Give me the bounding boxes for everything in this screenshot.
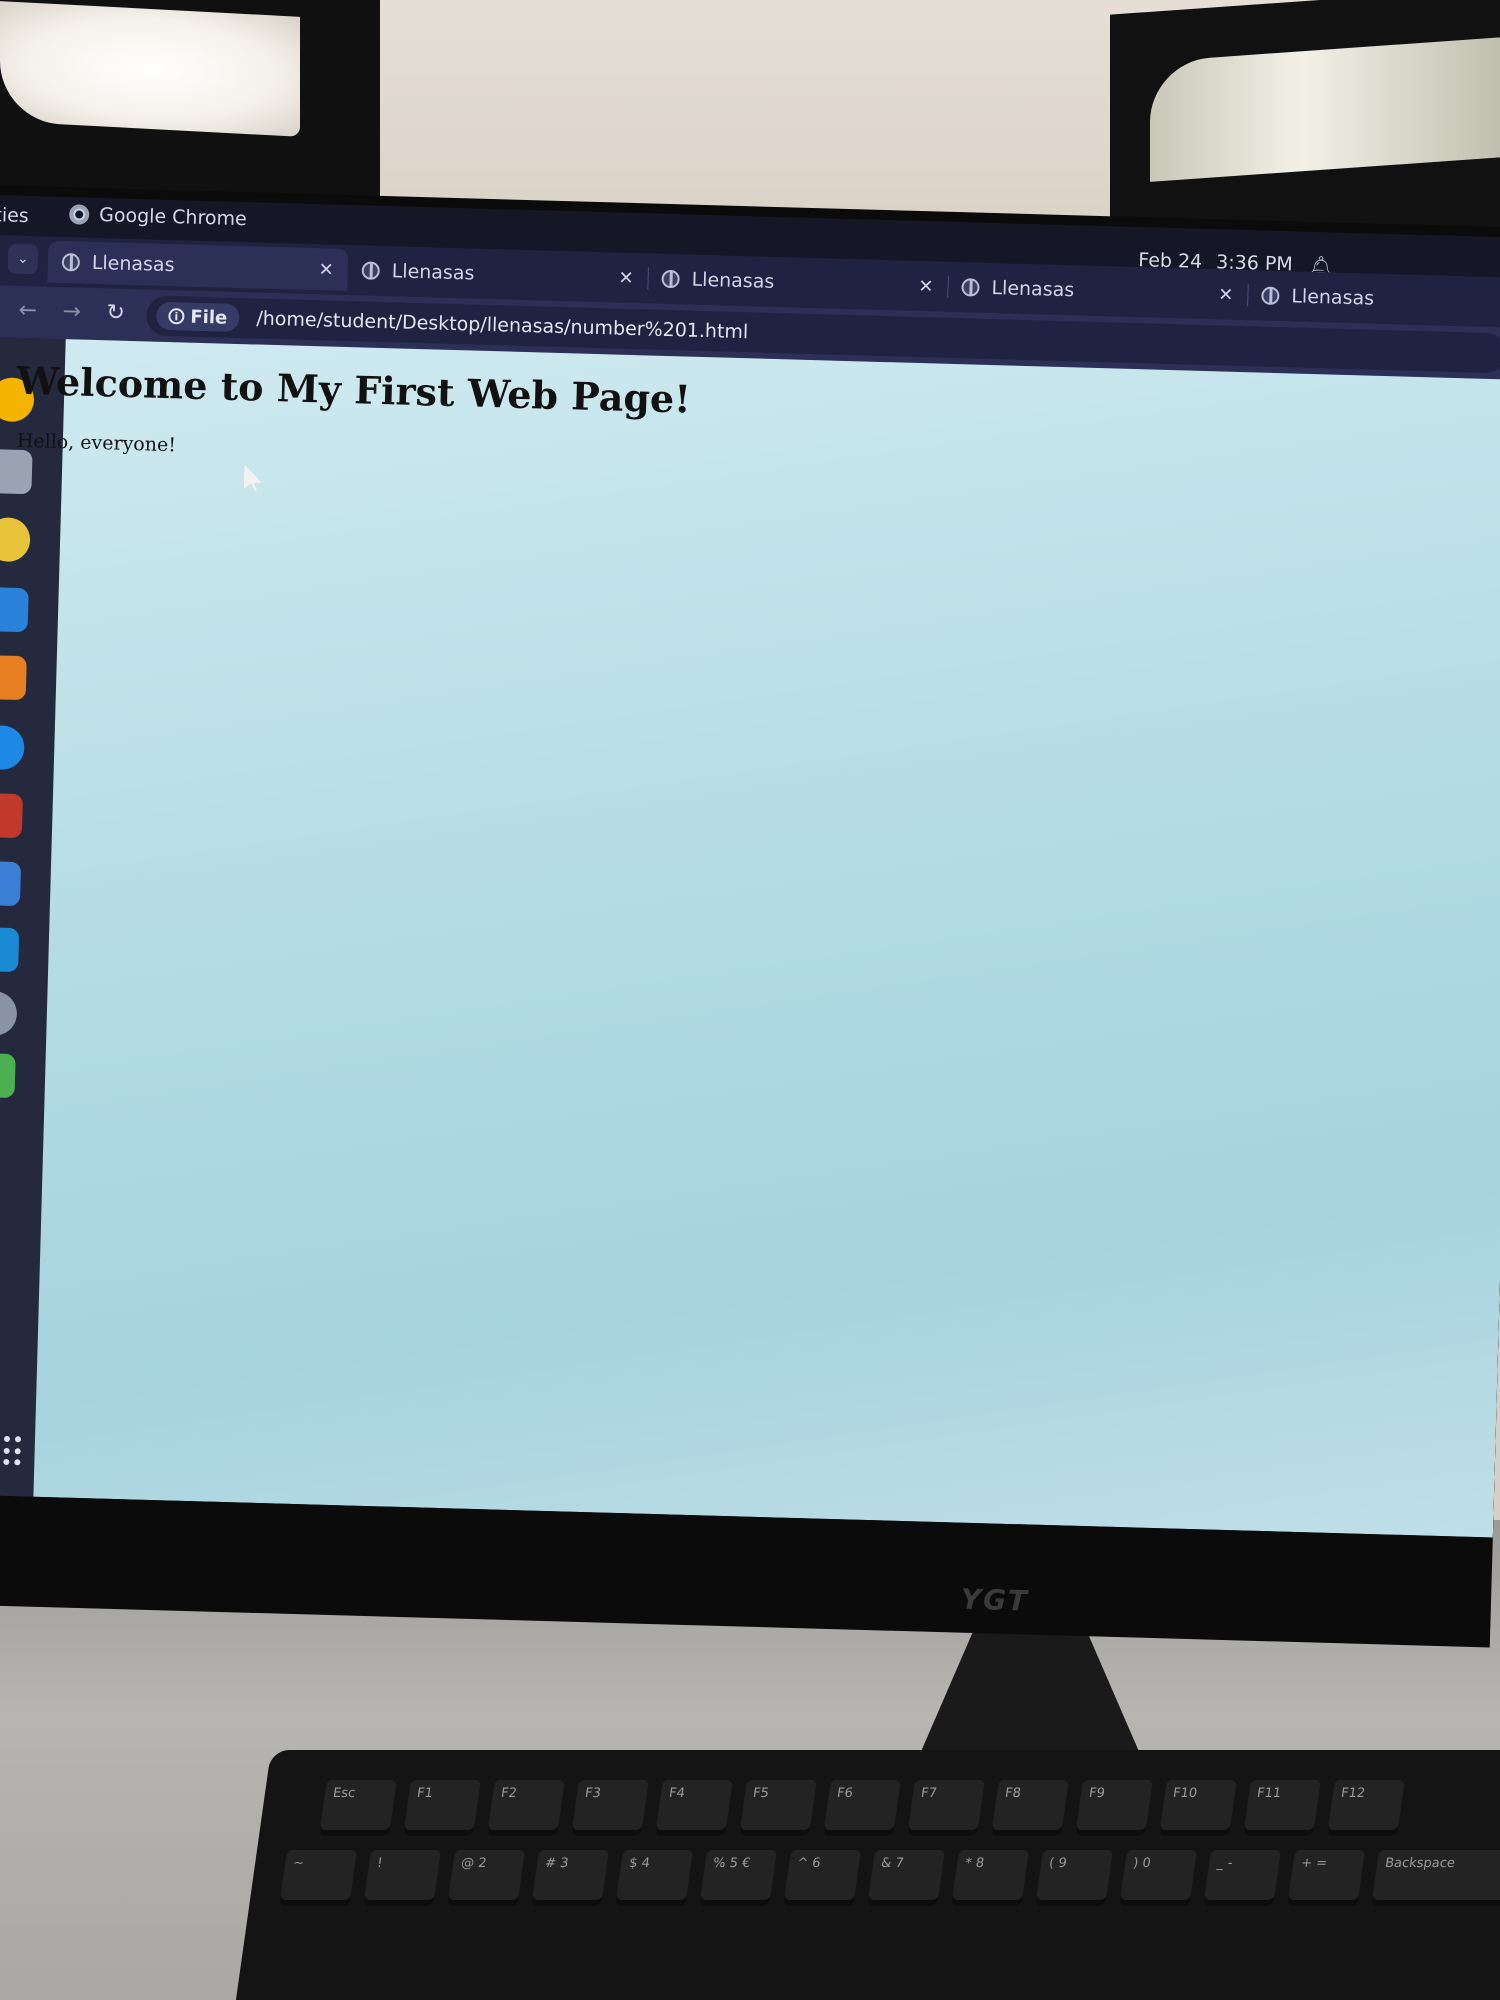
page-heading: Welcome to My First Web Page!: [15, 357, 692, 422]
tab[interactable]: Llenasas ✕: [947, 266, 1249, 316]
chevron-down-icon: ⌄: [16, 250, 30, 268]
globe-icon: [361, 261, 381, 280]
key[interactable]: F4: [654, 1780, 733, 1836]
forward-arrow-icon[interactable]: →: [62, 299, 81, 325]
tab-title: Llenasas: [1291, 285, 1375, 310]
site-info-label: File: [190, 306, 228, 329]
tab-title: Llenasas: [391, 260, 475, 285]
key[interactable]: _ -: [1203, 1850, 1282, 1906]
close-icon[interactable]: ✕: [1218, 284, 1234, 305]
tab[interactable]: Llenasas: [1247, 274, 1500, 324]
background-monitor-left-screen: [0, 1, 300, 137]
background-monitor-right-screen: [1150, 35, 1500, 182]
vscode-icon[interactable]: [0, 926, 20, 973]
key[interactable]: ~: [279, 1850, 358, 1906]
backspace-key[interactable]: Backspace: [1371, 1850, 1500, 1906]
key[interactable]: $ 4: [615, 1850, 694, 1906]
screen: ities Google Chrome Feb 24 3:36 PM 🔔︎ ⌄: [0, 194, 1500, 1538]
key[interactable]: F10: [1158, 1780, 1237, 1836]
app-menu[interactable]: Google Chrome: [68, 203, 248, 231]
key[interactable]: + =: [1287, 1850, 1366, 1906]
key[interactable]: & 7: [867, 1850, 946, 1906]
app-store-icon[interactable]: [0, 654, 27, 701]
key[interactable]: F5: [738, 1780, 817, 1836]
globe-icon: [961, 278, 980, 297]
back-arrow-icon[interactable]: ←: [18, 298, 37, 324]
close-icon[interactable]: ✕: [918, 275, 934, 296]
chrome-icon: [68, 204, 90, 225]
key[interactable]: F8: [990, 1780, 1069, 1836]
monitor: YGT ities Google Chrome Feb 24 3:36 PM 🔔…: [0, 185, 1500, 1648]
activities-button[interactable]: ities: [0, 204, 29, 227]
key[interactable]: F6: [822, 1780, 901, 1836]
key[interactable]: F7: [906, 1780, 985, 1836]
help-icon[interactable]: [0, 724, 25, 771]
key[interactable]: # 3: [531, 1850, 610, 1906]
impress-icon[interactable]: [0, 792, 24, 839]
globe-icon: [61, 253, 81, 272]
key[interactable]: F3: [570, 1780, 649, 1836]
tab-title: Llenasas: [691, 268, 775, 293]
close-icon[interactable]: ✕: [318, 259, 334, 280]
app-menu-label: Google Chrome: [98, 204, 248, 231]
trash-icon[interactable]: [0, 1052, 16, 1099]
url-text[interactable]: /home/student/Desktop/llenasas/number%20…: [256, 307, 748, 343]
key[interactable]: Esc: [318, 1780, 397, 1836]
key[interactable]: !: [363, 1850, 442, 1906]
keyboard-function-row: Esc F1 F2 F3 F4 F5 F6 F7 F8 F9 F10 F11 F…: [318, 1780, 1405, 1836]
writer-icon[interactable]: [0, 587, 29, 633]
key[interactable]: F11: [1242, 1780, 1321, 1836]
key[interactable]: ^ 6: [783, 1850, 862, 1906]
files-icon[interactable]: [0, 449, 33, 495]
key[interactable]: % 5 €: [699, 1850, 778, 1906]
tab-title: Llenasas: [991, 277, 1075, 302]
keyboard: Esc F1 F2 F3 F4 F5 F6 F7 F8 F9 F10 F11 F…: [228, 1750, 1500, 2000]
tab[interactable]: Llenasas ✕: [647, 257, 949, 307]
tab[interactable]: Llenasas ✕: [47, 240, 349, 292]
disc-icon[interactable]: [0, 990, 18, 1037]
site-info-button[interactable]: i File: [156, 301, 240, 333]
page-paragraph: Hello, everyone!: [16, 429, 177, 457]
key[interactable]: @ 2: [447, 1850, 526, 1906]
info-icon: i: [168, 308, 185, 325]
key[interactable]: F12: [1326, 1780, 1405, 1836]
globe-icon: [661, 269, 680, 289]
key[interactable]: F2: [486, 1780, 565, 1836]
key[interactable]: F1: [402, 1780, 481, 1836]
tab[interactable]: Llenasas ✕: [347, 249, 649, 299]
web-page-content: Welcome to My First Web Page! Hello, eve…: [16, 339, 1500, 1538]
monitor-brand-logo: YGT: [960, 1582, 1030, 1618]
key[interactable]: ) 0: [1119, 1850, 1198, 1906]
key[interactable]: ( 9: [1035, 1850, 1114, 1906]
tab-search-button[interactable]: ⌄: [7, 243, 39, 275]
key[interactable]: F9: [1074, 1780, 1153, 1836]
keyboard-number-row: ~ ! @ 2 # 3 $ 4 % 5 € ^ 6 & 7 * 8 ( 9 ) …: [279, 1850, 1500, 1906]
tab-title: Llenasas: [91, 251, 175, 277]
reload-icon[interactable]: ↻: [106, 300, 125, 326]
show-apps-icon[interactable]: [0, 1435, 23, 1467]
globe-icon: [1261, 286, 1280, 306]
key[interactable]: * 8: [951, 1850, 1030, 1906]
rhythmbox-icon[interactable]: [0, 517, 31, 563]
text-editor-icon[interactable]: [0, 860, 22, 907]
photo-scene: Esc F1 F2 F3 F4 F5 F6 F7 F8 F9 F10 F11 F…: [0, 0, 1500, 2000]
close-icon[interactable]: ✕: [618, 267, 634, 288]
